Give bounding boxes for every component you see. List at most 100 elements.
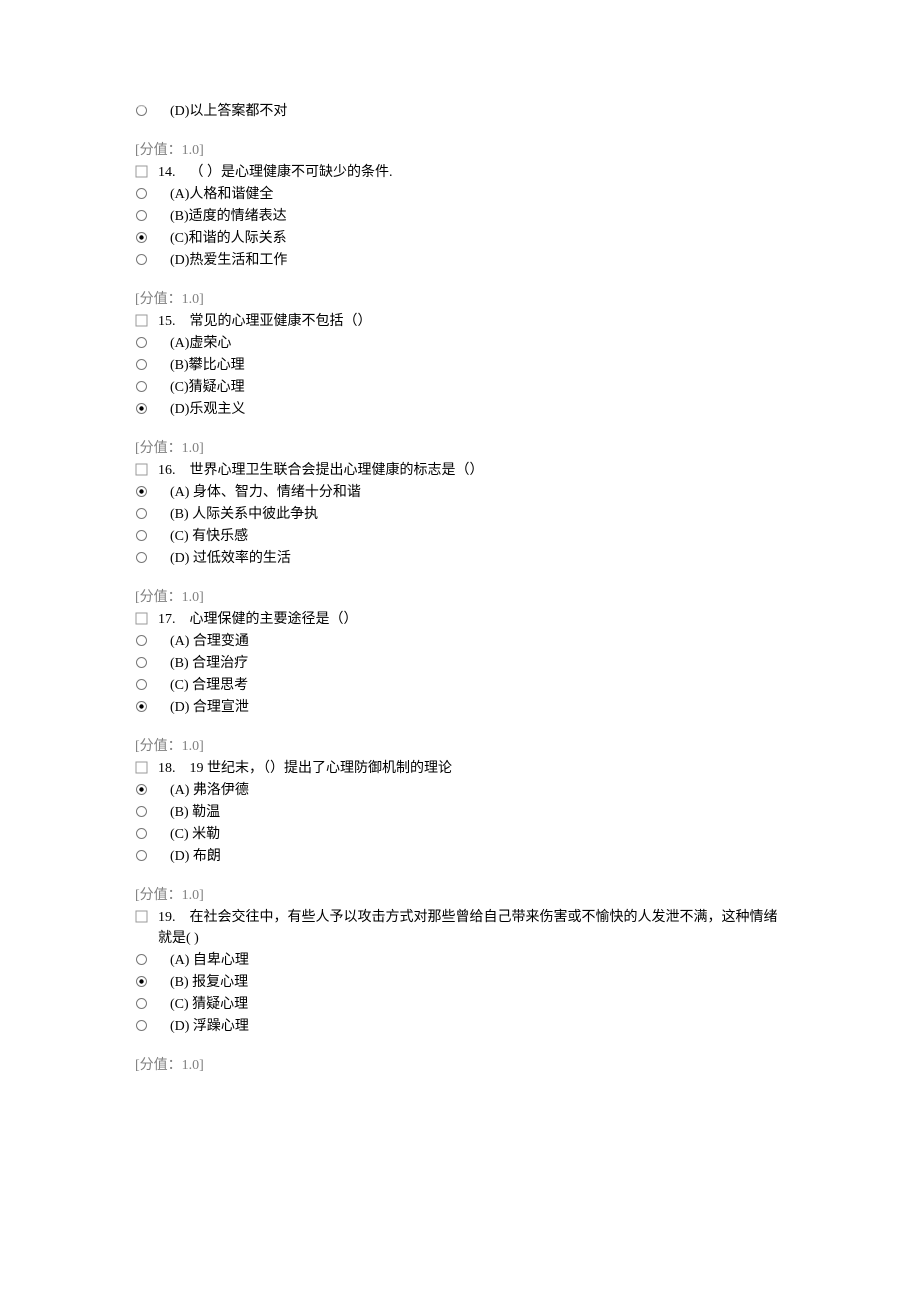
question-row: 16.世界心理卫生联合会提出心理健康的标志是（）: [135, 460, 785, 481]
option-text: (A)人格和谐健全: [170, 184, 273, 205]
option-row[interactable]: (B) 报复心理: [135, 972, 785, 993]
option-row[interactable]: (C) 米勒: [135, 824, 785, 845]
option-row[interactable]: (A) 弗洛伊德: [135, 780, 785, 801]
radio-checked-icon: [135, 975, 148, 988]
score-label: [分值：1.0]: [135, 140, 785, 161]
option-text: (A) 自卑心理: [170, 950, 249, 971]
checkbox-icon[interactable]: [135, 462, 148, 475]
option-text: (C) 有快乐感: [170, 526, 248, 547]
option-row[interactable]: (D)以上答案都不对: [135, 101, 785, 122]
score-label: [分值：1.0]: [135, 1055, 785, 1076]
option-row[interactable]: (D) 布朗: [135, 846, 785, 867]
option-text: (D) 布朗: [170, 846, 221, 867]
option-row[interactable]: (B) 人际关系中彼此争执: [135, 504, 785, 525]
radio-unchecked-icon: [135, 253, 148, 266]
radio-checked-icon: [135, 700, 148, 713]
option-row[interactable]: (C) 合理思考: [135, 675, 785, 696]
option-text: (B) 勒温: [170, 802, 220, 823]
option-text: (B) 合理治疗: [170, 653, 248, 674]
option-row[interactable]: (B) 勒温: [135, 802, 785, 823]
option-text: (A) 弗洛伊德: [170, 780, 249, 801]
radio-unchecked-icon: [135, 634, 148, 647]
option-row[interactable]: (A)人格和谐健全: [135, 184, 785, 205]
checkbox-icon[interactable]: [135, 611, 148, 624]
radio-unchecked-icon: [135, 678, 148, 691]
option-text: (B)攀比心理: [170, 355, 245, 376]
option-text: (B) 报复心理: [170, 972, 248, 993]
option-text: (D)热爱生活和工作: [170, 250, 287, 271]
radio-checked-icon: [135, 485, 148, 498]
radio-unchecked-icon: [135, 656, 148, 669]
option-text: (D)乐观主义: [170, 399, 245, 420]
radio-unchecked-icon: [135, 551, 148, 564]
radio-checked-icon: [135, 783, 148, 796]
option-row[interactable]: (B)适度的情绪表达: [135, 206, 785, 227]
question-text: 16.世界心理卫生联合会提出心理健康的标志是（）: [158, 460, 484, 481]
option-text: (A) 合理变通: [170, 631, 249, 652]
score-label: [分值：1.0]: [135, 736, 785, 757]
option-text: (C)猜疑心理: [170, 377, 245, 398]
score-label: [分值：1.0]: [135, 885, 785, 906]
question-row: 17.心理保健的主要途径是（）: [135, 609, 785, 630]
option-row[interactable]: (B)攀比心理: [135, 355, 785, 376]
option-row[interactable]: (A) 身体、智力、情绪十分和谐: [135, 482, 785, 503]
radio-unchecked-icon: [135, 104, 148, 117]
option-row[interactable]: (D) 浮躁心理: [135, 1016, 785, 1037]
option-row[interactable]: (D)热爱生活和工作: [135, 250, 785, 271]
question-text: 17.心理保健的主要途径是（）: [158, 609, 358, 630]
checkbox-icon[interactable]: [135, 313, 148, 326]
checkbox-icon[interactable]: [135, 164, 148, 177]
option-text: (B)适度的情绪表达: [170, 206, 287, 227]
option-text: (D) 合理宣泄: [170, 697, 249, 718]
radio-unchecked-icon: [135, 358, 148, 371]
question-text: 14.（ ）是心理健康不可缺少的条件.: [158, 162, 393, 183]
question-text: 18.19 世纪末，（）提出了心理防御机制的理论: [158, 758, 452, 779]
option-text: (D)以上答案都不对: [170, 101, 287, 122]
option-text: (B) 人际关系中彼此争执: [170, 504, 318, 525]
option-row[interactable]: (A) 合理变通: [135, 631, 785, 652]
option-text: (A)虚荣心: [170, 333, 231, 354]
question-row: 19.在社会交往中，有些人予以攻击方式对那些曾给自己带来伤害或不愉快的人发泄不满…: [135, 907, 785, 949]
radio-unchecked-icon: [135, 336, 148, 349]
option-row[interactable]: (C) 有快乐感: [135, 526, 785, 547]
score-label: [分值：1.0]: [135, 438, 785, 459]
radio-unchecked-icon: [135, 997, 148, 1010]
question-row: 14.（ ）是心理健康不可缺少的条件.: [135, 162, 785, 183]
question-text: 15.常见的心理亚健康不包括（）: [158, 311, 372, 332]
option-row[interactable]: (B) 合理治疗: [135, 653, 785, 674]
radio-unchecked-icon: [135, 1019, 148, 1032]
radio-unchecked-icon: [135, 507, 148, 520]
option-row[interactable]: (C) 猜疑心理: [135, 994, 785, 1015]
option-text: (D) 过低效率的生活: [170, 548, 291, 569]
option-text: (C) 猜疑心理: [170, 994, 248, 1015]
option-row[interactable]: (D) 合理宣泄: [135, 697, 785, 718]
radio-unchecked-icon: [135, 209, 148, 222]
radio-checked-icon: [135, 231, 148, 244]
option-row[interactable]: (D) 过低效率的生活: [135, 548, 785, 569]
radio-checked-icon: [135, 402, 148, 415]
radio-unchecked-icon: [135, 827, 148, 840]
radio-unchecked-icon: [135, 953, 148, 966]
option-text: (C)和谐的人际关系: [170, 228, 287, 249]
option-text: (C) 合理思考: [170, 675, 248, 696]
radio-unchecked-icon: [135, 187, 148, 200]
option-row[interactable]: (A) 自卑心理: [135, 950, 785, 971]
checkbox-icon[interactable]: [135, 909, 148, 922]
question-row: 15.常见的心理亚健康不包括（）: [135, 311, 785, 332]
radio-unchecked-icon: [135, 529, 148, 542]
checkbox-icon[interactable]: [135, 760, 148, 773]
option-row[interactable]: (C)和谐的人际关系: [135, 228, 785, 249]
option-text: (A) 身体、智力、情绪十分和谐: [170, 482, 361, 503]
radio-unchecked-icon: [135, 849, 148, 862]
radio-unchecked-icon: [135, 380, 148, 393]
score-label: [分值：1.0]: [135, 587, 785, 608]
question-text: 19.在社会交往中，有些人予以攻击方式对那些曾给自己带来伤害或不愉快的人发泄不满…: [158, 907, 785, 949]
page-content: (D)以上答案都不对 [分值：1.0] 14.（ ）是心理健康不可缺少的条件. …: [0, 0, 920, 1136]
radio-unchecked-icon: [135, 805, 148, 818]
option-text: (D) 浮躁心理: [170, 1016, 249, 1037]
option-row[interactable]: (A)虚荣心: [135, 333, 785, 354]
option-text: (C) 米勒: [170, 824, 220, 845]
question-row: 18.19 世纪末，（）提出了心理防御机制的理论: [135, 758, 785, 779]
option-row[interactable]: (C)猜疑心理: [135, 377, 785, 398]
option-row[interactable]: (D)乐观主义: [135, 399, 785, 420]
